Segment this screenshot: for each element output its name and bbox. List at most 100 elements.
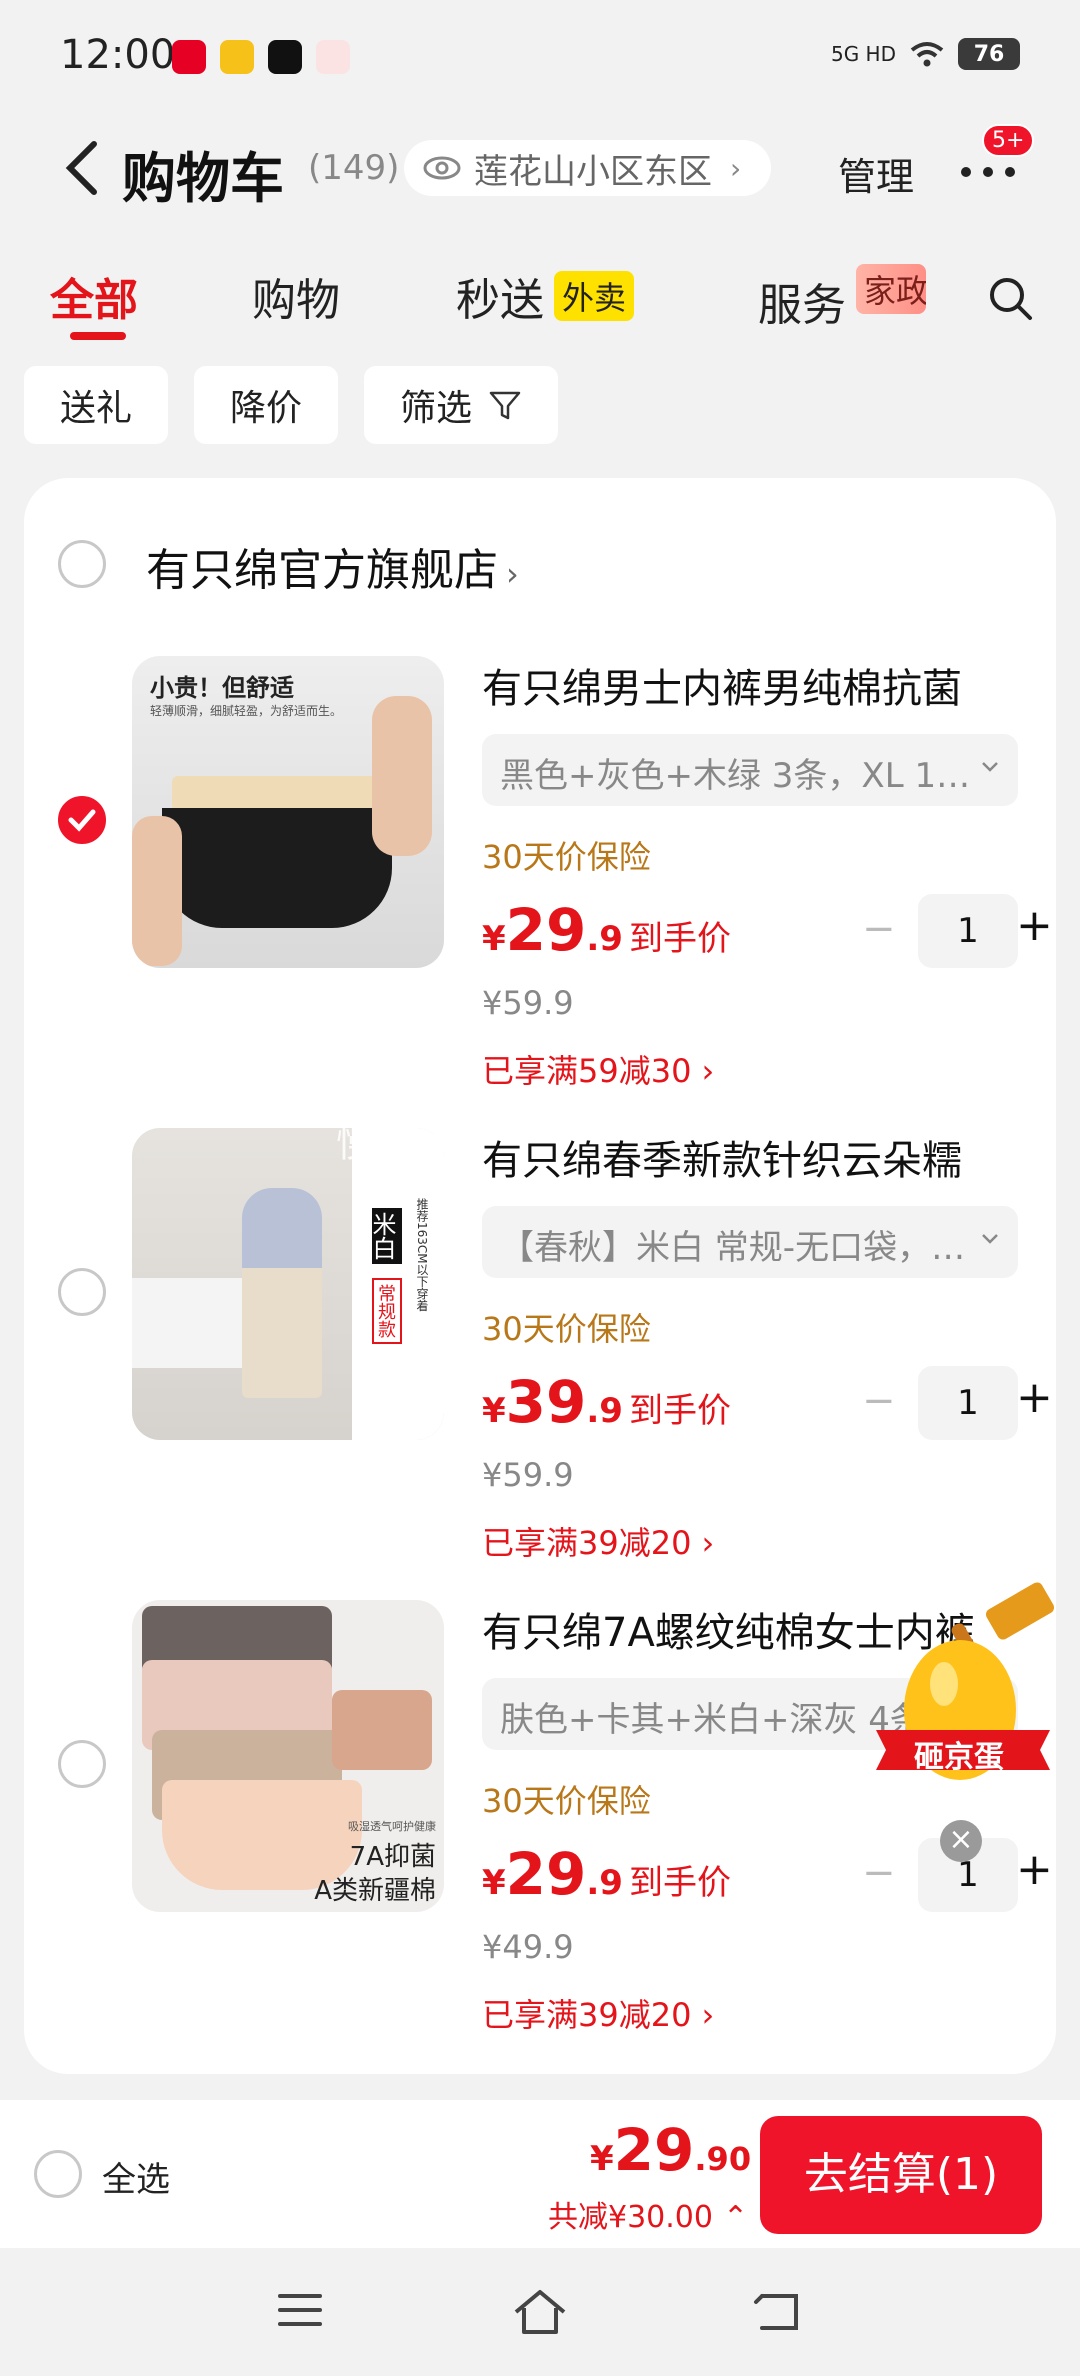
tab-shopping[interactable]: 购物 (252, 264, 340, 328)
select-all-label[interactable]: 全选 (102, 2152, 170, 2201)
product-image[interactable]: 小贵！但舒适 轻薄顺滑，细腻轻盈，为舒适而生。 (132, 656, 444, 968)
original-price: ¥49.9 (482, 1928, 574, 1966)
select-all-radio[interactable] (34, 2150, 82, 2198)
filter-gift[interactable]: 送礼 (24, 366, 169, 444)
promo-text: 已享满39减20 (482, 1524, 692, 1562)
promo-link[interactable]: 已享满39减20 › (482, 1518, 714, 1564)
home-icon[interactable] (510, 2288, 570, 2336)
increase-button[interactable]: + (1016, 1372, 1053, 1423)
takeaway-tag: 外卖 (554, 271, 635, 321)
price: ¥29.9 到手价 (482, 1840, 731, 1908)
price-decimal: .9 (586, 1863, 623, 1903)
underwear-brown (332, 1690, 432, 1770)
total-price: ¥29.90 (590, 2116, 751, 2184)
tab-service[interactable]: 服务 家政 (758, 264, 926, 333)
map-pin-icon (316, 40, 350, 74)
original-price: ¥59.9 (482, 984, 574, 1022)
spec-text: 黑色+灰色+木绿 3条，XL 1… (500, 756, 971, 796)
location-selector[interactable]: 莲花山小区东区 › (404, 140, 772, 196)
total-currency: ¥ (590, 2139, 614, 2179)
thumb-headline: 小贵！但舒适 (150, 674, 294, 702)
quantity-stepper: − 1 + (838, 894, 1058, 968)
hand-left (132, 816, 182, 966)
promo-link[interactable]: 已享满59减30 › (482, 1046, 714, 1092)
model-body (242, 1188, 322, 1398)
quantity-input[interactable]: 1 (918, 1366, 1018, 1440)
decrease-button[interactable]: − (862, 906, 896, 952)
currency-symbol: ¥ (482, 919, 506, 959)
store-select-radio[interactable] (58, 540, 106, 588)
egg-label: 砸京蛋 (914, 1740, 1004, 1775)
item-select-radio[interactable] (58, 1740, 106, 1788)
back-nav-icon[interactable] (752, 2288, 804, 2336)
thumb-height-note: 推荐163CM以下穿着 (415, 1198, 429, 1312)
funnel-icon (489, 391, 521, 420)
underwear-body (162, 808, 392, 928)
price-protection-label: 30天价保险 (482, 838, 651, 876)
close-icon[interactable]: × (940, 1820, 982, 1862)
price-decimal: .9 (586, 1391, 623, 1431)
item-select-radio[interactable] (58, 1268, 106, 1316)
cart-item: 小贵！但舒适 轻薄顺滑，细腻轻盈，为舒适而生。 有只绵男士内裤男纯棉抗菌 黑色+… (24, 656, 1056, 1096)
cart-count: (149) (308, 148, 400, 188)
system-nav-bar (0, 2248, 1080, 2376)
chevron-right-icon: › (506, 555, 519, 593)
checkout-button[interactable]: 去结算(1) (760, 2116, 1042, 2234)
thumb-tagline: 吸湿透气呵护健康 (348, 1820, 436, 1833)
store-name[interactable]: 有只绵官方旗舰店 › (146, 534, 519, 598)
menu-icon[interactable] (276, 2288, 324, 2332)
chevron-right-icon: › (701, 1996, 715, 2034)
back-arrow-icon[interactable] (54, 138, 114, 198)
filter-label: 筛选 (400, 388, 473, 429)
product-image[interactable]: 吸湿透气呵护健康 7A抑菌 A类新疆棉 (132, 1600, 444, 1912)
price: ¥29.9 到手价 (482, 896, 731, 964)
more-dots-icon[interactable] (958, 162, 1018, 182)
tab-all[interactable]: 全部 (50, 264, 138, 328)
store-name-text: 有只绵官方旗舰店 (146, 545, 498, 596)
hand-right (372, 696, 432, 856)
chevron-right-icon: › (730, 151, 742, 185)
cart-header: 购物车 (149) 莲花山小区东区 › 管理 5+ (0, 118, 1080, 218)
promo-link[interactable]: 已享满39减20 › (482, 1990, 714, 2036)
quantity-input[interactable]: 1 (918, 894, 1018, 968)
item-select-radio[interactable] (58, 796, 106, 844)
status-indicators: 5G HD 76 (831, 38, 1020, 70)
thumb-subline: 轻薄顺滑，细腻轻盈，为舒适而生。 (150, 704, 343, 718)
product-name[interactable]: 有只绵春季新款针织云朵糯 (482, 1128, 1022, 1186)
price-note: 到手价 (628, 919, 731, 959)
checkmark-icon (68, 809, 96, 832)
thumb-color-label: 米白 (368, 1208, 402, 1264)
eye-icon (423, 156, 461, 180)
total-integer: 29 (613, 2116, 695, 2184)
store-header: 有只绵官方旗舰店 › (24, 534, 1056, 596)
decrease-button[interactable]: − (862, 1850, 896, 1896)
cart-item: 米白 常规款 推荐163CM以下穿着 有只绵春季新款针织云朵糯 【春秋】米白 常… (24, 1128, 1056, 1568)
decrease-button[interactable]: − (862, 1378, 896, 1424)
chevron-right-icon: › (701, 1524, 715, 1562)
golden-egg-float[interactable]: 砸京蛋 (870, 1580, 1070, 1820)
thumb-feature-2: A类新疆棉 (314, 1876, 436, 1906)
product-image[interactable]: 米白 常规款 推荐163CM以下穿着 (132, 1128, 444, 1440)
product-name[interactable]: 有只绵男士内裤男纯棉抗菌 (482, 656, 1022, 714)
increase-button[interactable]: + (1016, 1844, 1053, 1895)
filter-button[interactable]: 筛选 (364, 366, 559, 444)
price: ¥39.9 到手价 (482, 1368, 731, 1436)
notification-app-icon (172, 40, 206, 74)
promo-text: 已享满59减30 (482, 1052, 692, 1090)
spec-selector[interactable]: 【春秋】米白 常规-无口袋，… (482, 1206, 1018, 1278)
search-icon[interactable] (986, 274, 1036, 324)
currency-symbol: ¥ (482, 1863, 506, 1903)
filter-price-drop[interactable]: 降价 (194, 366, 339, 444)
message-badge: 5+ (982, 124, 1035, 157)
discount-text: 共减¥30.00 (548, 2200, 713, 2235)
increase-button[interactable]: + (1016, 900, 1053, 951)
manage-button[interactable]: 管理 (838, 146, 914, 201)
thumb-feature-1: 7A抑菌 (349, 1842, 436, 1872)
discount-detail[interactable]: 共减¥30.00 ⌃ (548, 2192, 748, 2236)
spec-selector[interactable]: 黑色+灰色+木绿 3条，XL 1… (482, 734, 1018, 806)
tab-express[interactable]: 秒送 外卖 (456, 264, 635, 328)
tab-express-label: 秒送 (456, 275, 544, 326)
tiktok-icon (268, 40, 302, 74)
location-text: 莲花山小区东区 (474, 151, 712, 192)
price-note: 到手价 (628, 1391, 731, 1431)
